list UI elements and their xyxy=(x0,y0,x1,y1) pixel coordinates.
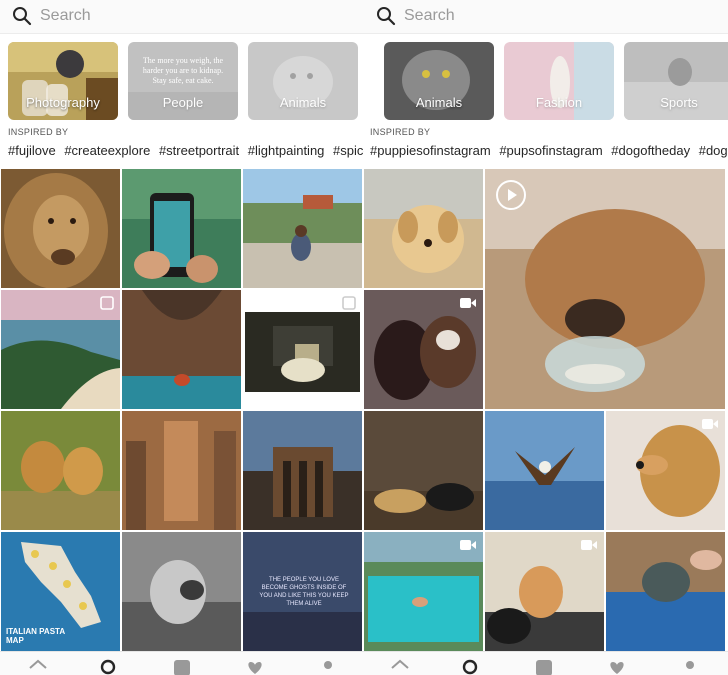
profile-icon[interactable] xyxy=(318,658,338,675)
post-image xyxy=(364,411,483,530)
multi-photo-icon xyxy=(100,296,114,310)
grid-post-woman-husky[interactable] xyxy=(364,290,483,409)
search-icon[interactable] xyxy=(461,658,481,675)
home-icon[interactable] xyxy=(390,658,410,675)
grid-post-phone-photo[interactable] xyxy=(122,169,241,288)
post-image xyxy=(1,411,120,530)
search-input[interactable] xyxy=(404,4,704,28)
hashtag-fujilove[interactable]: #fujilove xyxy=(8,143,56,158)
grid-post-balcony-view[interactable] xyxy=(243,169,362,288)
hashtag-puppiesofinstagram[interactable]: #puppiesofinstagram xyxy=(370,143,491,158)
topic-label: Sports xyxy=(660,95,698,110)
neon-sign-text: THE PEOPLE YOU LOVE BECOME GHOSTS INSIDE… xyxy=(259,577,349,607)
hashtag-streetportrait[interactable]: #streetportrait xyxy=(159,143,239,158)
topic-animals[interactable]: Animals xyxy=(384,42,494,120)
video-icon xyxy=(460,298,476,308)
hashtag-createexplore[interactable]: #createexplore xyxy=(64,143,150,158)
hashtag-lightpainting[interactable]: #lightpainting xyxy=(248,143,325,158)
play-icon[interactable] xyxy=(495,179,527,211)
profile-icon[interactable] xyxy=(680,658,700,675)
grid-post-leopard-dog[interactable] xyxy=(364,411,483,530)
post-image xyxy=(122,411,241,530)
explore-screen-left: Photography The more you weigh, the hard… xyxy=(0,0,364,675)
post-image xyxy=(243,169,362,288)
topic-label: People xyxy=(162,95,204,110)
post-image xyxy=(122,169,241,288)
post-image xyxy=(243,411,362,530)
topic-carousel: Photography The more you weigh, the hard… xyxy=(8,42,364,120)
hashtag-dogoftheday[interactable]: #dogoftheday xyxy=(611,143,690,158)
hashtag-spico[interactable]: #spico xyxy=(333,143,364,158)
post-image xyxy=(485,411,604,530)
grid-post-tv-room[interactable] xyxy=(243,290,362,409)
tab-bar xyxy=(364,651,728,675)
search-icon xyxy=(377,7,396,26)
grid-post-rock-pillars[interactable] xyxy=(122,411,241,530)
post-image xyxy=(1,169,120,288)
grid-post-golden-retriever[interactable] xyxy=(606,411,725,530)
grid-post-dog-bw[interactable] xyxy=(122,532,241,651)
add-post-icon[interactable] xyxy=(534,658,554,675)
quote-text: The more you weigh, the harder you are t… xyxy=(142,56,224,85)
tab-bar xyxy=(0,651,364,675)
map-title: ITALIAN PASTA MAP xyxy=(6,627,65,645)
grid-post-eagle[interactable] xyxy=(485,411,604,530)
topic-people[interactable]: The more you weigh, the harder you are t… xyxy=(128,42,238,120)
search-input[interactable] xyxy=(40,4,340,28)
grid-post-cave[interactable] xyxy=(122,290,241,409)
search-icon xyxy=(13,7,32,26)
search-bar[interactable] xyxy=(0,0,364,34)
topic-carousel: Animals Fashion Sports xyxy=(384,42,728,120)
hashtag-dogs[interactable]: #dogs xyxy=(699,143,728,158)
grid-post-pasta-map[interactable]: ITALIAN PASTA MAP xyxy=(1,532,120,651)
grid-post-shiba-couch[interactable] xyxy=(485,532,604,651)
heart-icon[interactable] xyxy=(245,658,265,675)
topic-label: Animals xyxy=(279,95,327,110)
video-icon xyxy=(581,540,597,550)
post-image xyxy=(364,169,483,288)
topic-animals[interactable]: Animals xyxy=(248,42,358,120)
topic-fashion[interactable]: Fashion xyxy=(504,42,614,120)
grid-post-dog-video[interactable] xyxy=(485,169,725,409)
multi-photo-icon xyxy=(342,296,356,310)
hashtag-pupsofinstagram[interactable]: #pupsofinstagram xyxy=(499,143,602,158)
post-image xyxy=(122,290,241,409)
topic-sports[interactable]: Sports xyxy=(624,42,728,120)
search-bar[interactable] xyxy=(364,0,728,34)
inspired-by-label: INSPIRED BY xyxy=(8,127,69,137)
topic-photography[interactable]: Photography xyxy=(8,42,118,120)
post-image xyxy=(606,532,725,651)
search-icon[interactable] xyxy=(99,658,119,675)
topic-label: Fashion xyxy=(535,95,583,110)
grid-post-cubs[interactable] xyxy=(1,411,120,530)
grid-post-puppy[interactable] xyxy=(364,169,483,288)
post-image xyxy=(122,532,241,651)
home-icon[interactable] xyxy=(28,658,48,675)
explore-screen-right: Animals Fashion Sports INSPIRED BY #pupp… xyxy=(364,0,728,675)
add-post-icon[interactable] xyxy=(172,658,192,675)
grid-post-beach[interactable] xyxy=(1,290,120,409)
grid-post-neon-sign[interactable]: THE PEOPLE YOU LOVE BECOME GHOSTS INSIDE… xyxy=(243,532,362,651)
grid-post-gate-dusk[interactable] xyxy=(243,411,362,530)
grid-post-bath-dog[interactable] xyxy=(606,532,725,651)
hashtag-row: #puppiesofinstagram #pupsofinstagram #do… xyxy=(370,143,728,158)
heart-icon[interactable] xyxy=(607,658,627,675)
video-icon xyxy=(460,540,476,550)
topic-label: Animals xyxy=(415,95,463,110)
grid-post-lion[interactable] xyxy=(1,169,120,288)
grid-post-pool[interactable] xyxy=(364,532,483,651)
hashtag-row: #fujilove #createexplore #streetportrait… xyxy=(8,143,364,158)
video-icon xyxy=(702,419,718,429)
topic-label: Photography xyxy=(26,95,100,110)
inspired-by-label: INSPIRED BY xyxy=(370,127,431,137)
